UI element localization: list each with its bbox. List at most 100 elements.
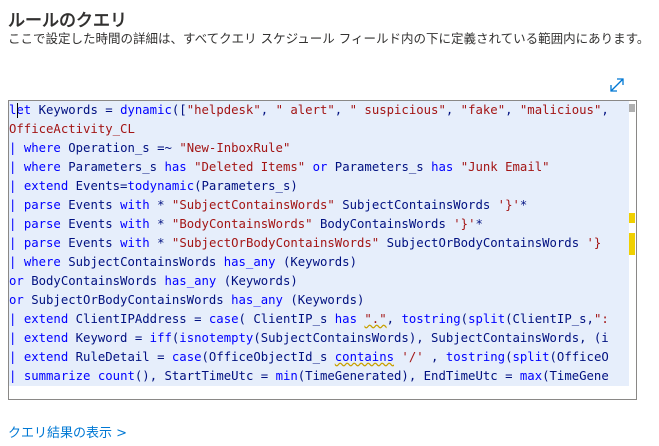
code-token: "." [364, 312, 387, 326]
code-token: RuleDetail = [68, 350, 172, 364]
code-line[interactable]: | extend RuleDetail = case(OfficeObjectI… [9, 348, 629, 367]
code-token: Parameters_s [60, 160, 165, 174]
code-line[interactable]: or SubjectOrBodyContainsWords has_any (K… [9, 291, 629, 310]
code-token: has [431, 160, 454, 174]
code-token: with [120, 217, 150, 231]
code-token: SubjectOrBodyContainsWords [23, 293, 232, 307]
code-token: where [23, 141, 61, 155]
code-token: | [9, 198, 24, 212]
code-token: | [9, 236, 24, 250]
code-token: | [9, 160, 24, 174]
ruler-position-marker [629, 104, 635, 112]
code-token: "Junk Email" [460, 160, 550, 174]
code-token: parse [23, 217, 61, 231]
editor-overview-ruler[interactable] [629, 101, 636, 399]
code-token: | [9, 141, 24, 155]
code-token: ClientIPAddress = [68, 312, 209, 326]
code-token: * [475, 217, 483, 231]
code-token: case [208, 312, 239, 326]
expand-diagonal-icon[interactable] [608, 76, 626, 94]
code-token: SubjectContainsWords [334, 198, 498, 212]
code-token: max [519, 369, 543, 383]
ruler-warning-marker [629, 213, 635, 223]
code-line[interactable]: or BodyContainsWords has_any (Keywords) [9, 272, 629, 291]
code-token: "helpdesk" [186, 103, 261, 117]
code-token: | [9, 312, 24, 326]
code-token: "BodyContainsWords" [171, 217, 313, 231]
code-token: parse [23, 198, 61, 212]
code-token: (OfficeO [549, 350, 609, 364]
code-token: | [9, 255, 24, 269]
code-token: Events [60, 217, 121, 231]
code-token: SubjectOrBodyContainsWords [379, 236, 587, 250]
code-token: * [149, 217, 172, 231]
code-line[interactable]: OfficeActivity_CL [9, 120, 629, 139]
code-line[interactable]: | where Operation_s =~ "New-InboxRule" [9, 139, 629, 158]
code-token: , [505, 103, 520, 117]
code-line[interactable]: | extend Events=todynamic(Parameters_s) [9, 177, 629, 196]
text-cursor [17, 103, 18, 118]
view-query-results-link[interactable]: クエリ結果の表示 > [8, 422, 127, 441]
code-token: summarize [23, 369, 91, 383]
code-token: (TimeGenerated), EndTimeUtc = [297, 369, 520, 383]
code-token: "SubjectContainsWords" [171, 198, 335, 212]
code-token: Events= [68, 179, 128, 193]
code-token: | [9, 369, 24, 383]
code-line[interactable]: | extend Keyword = iff(isnotempty(Subjec… [9, 329, 629, 348]
code-token: * [149, 236, 172, 250]
code-line[interactable]: | parse Events with * "BodyContainsWords… [9, 215, 629, 234]
code-token: with [120, 236, 150, 250]
code-token: (TimeGene [542, 369, 609, 383]
code-token: ( [460, 312, 469, 326]
code-token: | [9, 217, 24, 231]
code-token: todynamic [127, 179, 195, 193]
ruler-warning-marker [629, 233, 635, 255]
code-token: tostring [445, 350, 506, 364]
code-token: Events [60, 198, 121, 212]
code-token: split [512, 350, 550, 364]
code-token: or [312, 160, 328, 174]
code-line[interactable]: | where Parameters_s has "Deleted Items"… [9, 158, 629, 177]
code-token: Keyword = [68, 331, 150, 345]
code-token: let [9, 103, 32, 117]
code-token: extend [23, 350, 69, 364]
code-line[interactable]: | parse Events with * "SubjectOrBodyCont… [9, 234, 629, 253]
code-token: extend [23, 179, 69, 193]
code-token: "SubjectOrBodyContainsWords" [171, 236, 380, 250]
code-token: * [149, 198, 172, 212]
code-token: , [386, 312, 402, 326]
code-token: ([ [171, 103, 187, 117]
code-token: tostring [401, 312, 461, 326]
query-editor[interactable]: let Keywords = dynamic(["helpdesk", " al… [8, 100, 637, 400]
code-token: split [468, 312, 506, 326]
code-token: "Deleted Items" [194, 160, 306, 174]
code-line[interactable]: | summarize count(), StartTimeUtc = min(… [9, 367, 629, 386]
code-line[interactable]: let Keywords = dynamic(["helpdesk", " al… [9, 101, 629, 120]
code-token: case [171, 350, 202, 364]
code-token: has_any [164, 274, 217, 288]
code-token: dynamic [120, 103, 172, 117]
code-token: (Keywords) [275, 255, 357, 269]
code-token: , [445, 103, 461, 117]
code-token: Operation_s =~ [60, 141, 180, 155]
code-area[interactable]: let Keywords = dynamic(["helpdesk", " al… [9, 101, 629, 386]
code-token: extend [23, 312, 69, 326]
code-token: or [9, 293, 24, 307]
code-token: * [519, 198, 528, 212]
code-token: (SubjectContainsWords), SubjectContainsW… [253, 331, 609, 345]
code-token: ": [593, 312, 609, 326]
code-token: count [97, 369, 135, 383]
code-token: SubjectContainsWords [60, 255, 224, 269]
code-token: '} [586, 236, 602, 250]
code-line[interactable]: | extend ClientIPAddress = case( ClientI… [9, 310, 629, 329]
code-token: '}' [497, 198, 520, 212]
code-token: (OfficeObjectId_s [201, 350, 335, 364]
code-token: where [23, 160, 61, 174]
code-line[interactable]: | parse Events with * "SubjectContainsWo… [9, 196, 629, 215]
code-token: "fake" [460, 103, 506, 117]
code-token: parse [23, 236, 61, 250]
code-line[interactable]: | where SubjectContainsWords has_any (Ke… [9, 253, 629, 272]
code-token: (Keywords) [216, 274, 298, 288]
